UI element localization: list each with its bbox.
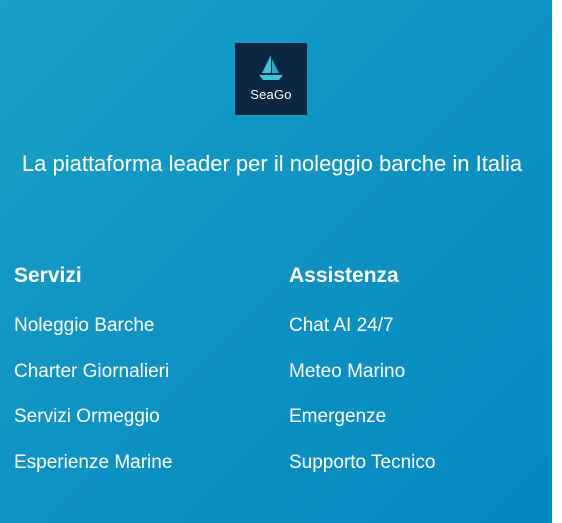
link-list: Noleggio Barche Charter Giornalieri Serv… bbox=[14, 315, 172, 474]
site-footer: SeaGo La piattaforma leader per il noleg… bbox=[0, 0, 552, 523]
footer-link[interactable]: Esperienze Marine bbox=[14, 452, 172, 474]
footer-column-servizi: Servizi Noleggio Barche Charter Giornali… bbox=[14, 261, 172, 497]
footer-link[interactable]: Supporto Tecnico bbox=[289, 452, 435, 474]
footer-link[interactable]: Chat AI 24/7 bbox=[289, 315, 435, 337]
footer-link[interactable]: Noleggio Barche bbox=[14, 315, 172, 337]
footer-tagline: La piattaforma leader per il noleggio ba… bbox=[21, 151, 523, 176]
footer-link[interactable]: Servizi Ormeggio bbox=[14, 406, 172, 428]
sailboat-icon bbox=[259, 55, 283, 80]
brand-logo[interactable]: SeaGo bbox=[235, 43, 307, 115]
brand-name: SeaGo bbox=[250, 87, 292, 102]
column-heading: Servizi bbox=[14, 264, 82, 287]
column-heading: Assistenza bbox=[289, 264, 399, 287]
footer-link[interactable]: Emergenze bbox=[289, 406, 435, 428]
page-edge bbox=[552, 0, 562, 523]
footer-link[interactable]: Charter Giornalieri bbox=[14, 361, 172, 383]
link-list: Chat AI 24/7 Meteo Marino Emergenze Supp… bbox=[289, 315, 435, 474]
footer-link[interactable]: Meteo Marino bbox=[289, 361, 435, 383]
footer-column-assistenza: Assistenza Chat AI 24/7 Meteo Marino Eme… bbox=[289, 261, 435, 497]
